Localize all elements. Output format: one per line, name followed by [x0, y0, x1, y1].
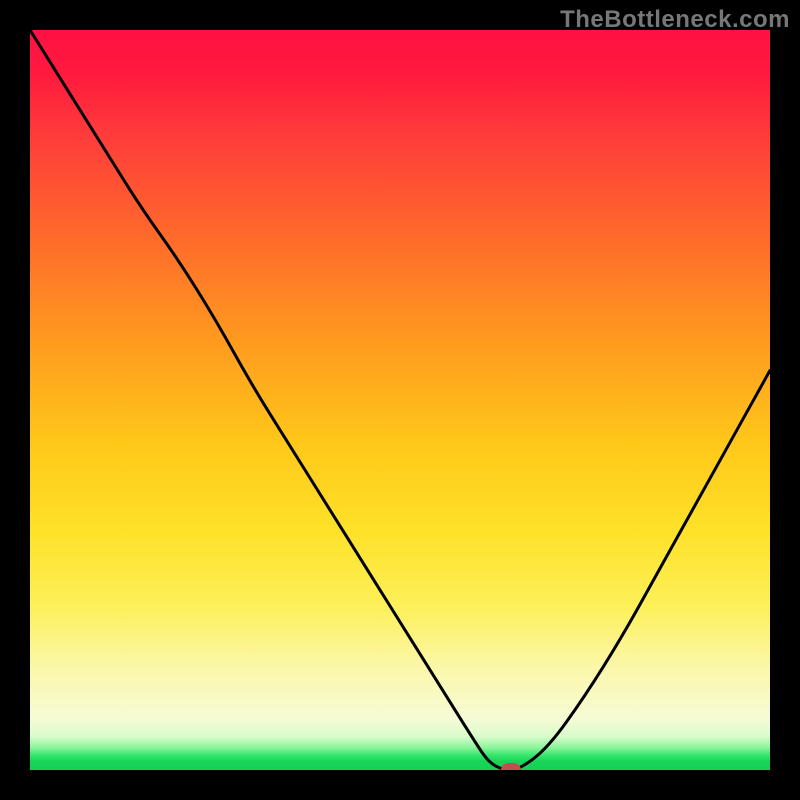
minimum-marker: [501, 763, 521, 770]
plot-area: [30, 30, 770, 770]
chart-frame: TheBottleneck.com: [0, 0, 800, 800]
curve-path: [30, 30, 770, 770]
bottleneck-curve: [30, 30, 770, 770]
watermark-text: TheBottleneck.com: [560, 6, 790, 34]
